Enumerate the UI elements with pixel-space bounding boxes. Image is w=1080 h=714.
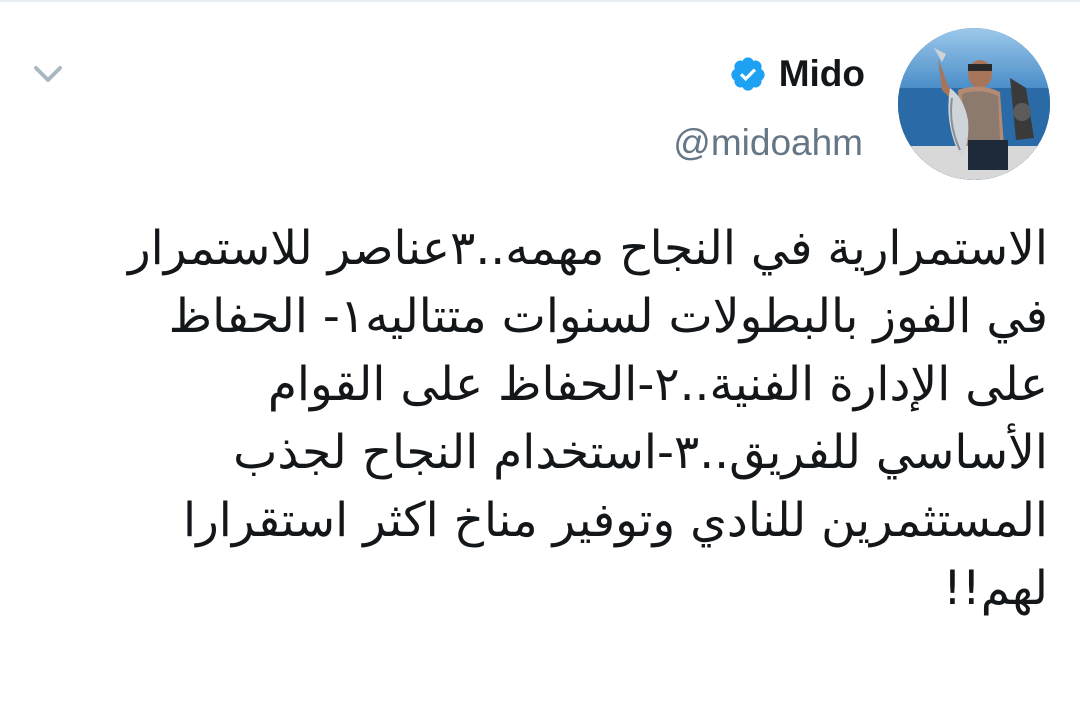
tweet-text: الاستمرارية في النجاح مهمه..٣عناصر للاست…: [30, 215, 1048, 623]
tweet-text-line: المستثمرين للنادي وتوفير مناخ اكثر استقر…: [183, 493, 1048, 548]
author-name-row[interactable]: Mido: [729, 52, 865, 96]
tweet-text-line: الاستمرارية في النجاح مهمه..٣عناصر للاست…: [127, 221, 1048, 276]
top-divider: [0, 0, 1080, 2]
verified-badge-icon: [731, 57, 765, 91]
user-handle[interactable]: @midoahm: [673, 120, 863, 166]
tweet-text-line: الأساسي للفريق..٣-استخدام النجاح لجذب: [233, 425, 1048, 480]
chevron-down-icon[interactable]: [30, 56, 66, 92]
tweet-text-line: في الفوز بالبطولات لسنوات متتاليه١- الحف…: [168, 289, 1048, 344]
tweet-text-line: لهم!!: [943, 561, 1048, 616]
profile-photo-icon: [898, 28, 1050, 180]
avatar[interactable]: [898, 28, 1050, 180]
display-name: Mido: [778, 53, 865, 94]
tweet-text-line: على الإدارة الفنية..٢-الحفاظ على القوام: [267, 357, 1048, 412]
